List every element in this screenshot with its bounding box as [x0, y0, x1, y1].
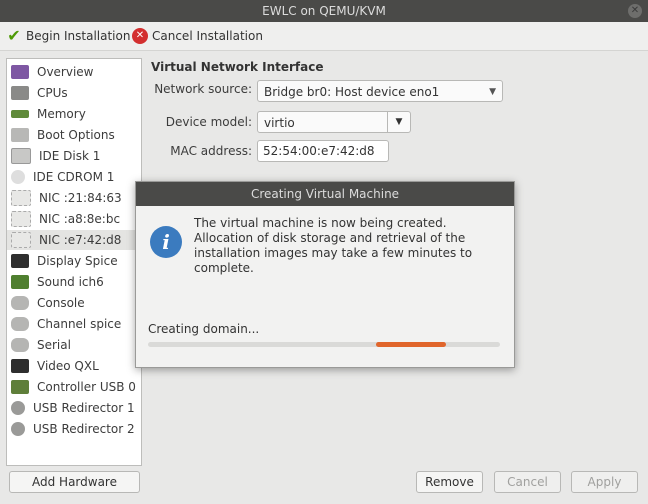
sidebar-item-label: Boot Options	[37, 128, 115, 142]
progress-bar-fill	[376, 342, 446, 347]
serial-icon	[11, 338, 29, 352]
nic-icon	[11, 190, 31, 206]
sidebar-item-overview[interactable]: Overview	[7, 62, 141, 82]
device-model-combo[interactable]: virtio ▼	[257, 111, 411, 133]
network-source-select[interactable]: Bridge br0: Host device eno1 ▼	[257, 80, 503, 102]
sidebar-item-usb-redirector-2[interactable]: USB Redirector 2	[7, 419, 141, 439]
console-icon	[11, 296, 29, 310]
sidebar-item-cpus[interactable]: CPUs	[7, 83, 141, 103]
sidebar-item-label: Video QXL	[37, 359, 99, 373]
sidebar-item-label: Display Spice	[37, 254, 118, 268]
begin-installation-label: Begin Installation	[26, 29, 131, 43]
boot-options-icon	[11, 128, 29, 142]
dialog-title: Creating Virtual Machine	[136, 182, 514, 206]
info-icon: i	[150, 226, 182, 258]
cancel-button[interactable]: Cancel	[494, 471, 561, 493]
cancel-icon: ✕	[132, 28, 148, 44]
sidebar-item-label: Console	[37, 296, 85, 310]
sidebar-item-label: Serial	[37, 338, 71, 352]
sidebar-item-label: Sound ich6	[37, 275, 104, 289]
sidebar-item-nic-a8-8e-bc[interactable]: NIC :a8:8e:bc	[7, 209, 141, 229]
mac-address-field[interactable]: 52:54:00:e7:42:d8	[257, 140, 389, 162]
sidebar-item-label: USB Redirector 1	[33, 401, 135, 415]
sidebar-item-nic-e7-42-d8[interactable]: NIC :e7:42:d8	[7, 230, 141, 250]
sidebar-item-label: Channel spice	[37, 317, 122, 331]
sidebar-item-label: NIC :e7:42:d8	[39, 233, 122, 247]
cdrom-icon	[11, 170, 25, 184]
device-model-label: Device model:	[165, 115, 252, 129]
add-hardware-button[interactable]: Add Hardware	[9, 471, 140, 493]
cancel-installation-label: Cancel Installation	[152, 29, 263, 43]
sidebar-item-label: Overview	[37, 65, 94, 79]
progress-bar	[148, 342, 500, 347]
network-source-label: Network source:	[154, 82, 252, 96]
cpu-icon	[11, 86, 29, 100]
disk-icon	[11, 148, 31, 164]
apply-button[interactable]: Apply	[571, 471, 638, 493]
sidebar-item-console[interactable]: Console	[7, 293, 141, 313]
sidebar-item-sound-ich6[interactable]: Sound ich6	[7, 272, 141, 292]
usb-icon	[11, 401, 25, 415]
sidebar-item-usb-redirector-1[interactable]: USB Redirector 1	[7, 398, 141, 418]
sidebar-item-label: Controller USB 0	[37, 380, 136, 394]
device-model-value: virtio	[264, 116, 295, 130]
sidebar-item-label: NIC :a8:8e:bc	[39, 212, 121, 226]
overview-icon	[11, 65, 29, 79]
usb-icon	[11, 422, 25, 436]
window-close-button[interactable]: ✕	[628, 4, 642, 18]
chevron-down-icon[interactable]: ▼	[387, 112, 410, 132]
sidebar-item-label: Memory	[37, 107, 86, 121]
sidebar-item-video-qxl[interactable]: Video QXL	[7, 356, 141, 376]
sidebar-item-ide-disk-1[interactable]: IDE Disk 1	[7, 146, 141, 166]
sidebar-item-controller-usb-0[interactable]: Controller USB 0	[7, 377, 141, 397]
nic-icon	[11, 232, 31, 248]
sidebar-item-serial[interactable]: Serial	[7, 335, 141, 355]
checkmark-icon: ✔	[7, 26, 21, 45]
window-title: EWLC on QEMU/KVM	[262, 4, 386, 18]
sidebar-item-memory[interactable]: Memory	[7, 104, 141, 124]
mac-address-label: MAC address:	[170, 144, 252, 158]
sidebar-item-label: USB Redirector 2	[33, 422, 135, 436]
network-source-value: Bridge br0: Host device eno1	[264, 85, 440, 99]
sound-icon	[11, 275, 29, 289]
sidebar-item-label: CPUs	[37, 86, 68, 100]
dialog-status: Creating domain...	[148, 322, 260, 336]
sidebar-item-ide-cdrom-1[interactable]: IDE CDROM 1	[7, 167, 141, 187]
controller-icon	[11, 380, 29, 394]
nic-icon	[11, 211, 31, 227]
dialog-message: The virtual machine is now being created…	[194, 216, 473, 275]
memory-icon	[11, 110, 29, 118]
creating-vm-dialog: Creating Virtual Machine i The virtual m…	[135, 181, 515, 368]
remove-button[interactable]: Remove	[416, 471, 483, 493]
video-icon	[11, 359, 29, 373]
sidebar-item-label: NIC :21:84:63	[39, 191, 122, 205]
channel-icon	[11, 317, 29, 331]
sidebar-item-label: IDE CDROM 1	[33, 170, 115, 184]
toolbar: ✔ Begin Installation ✕ Cancel Installati…	[0, 22, 648, 51]
sidebar-item-label: IDE Disk 1	[39, 149, 101, 163]
window-titlebar: EWLC on QEMU/KVM ✕	[0, 0, 648, 22]
chevron-down-icon: ▼	[489, 87, 496, 97]
begin-installation-button[interactable]: ✔ Begin Installation	[6, 26, 130, 46]
sidebar-item-display-spice[interactable]: Display Spice	[7, 251, 141, 271]
sidebar-item-channel-spice[interactable]: Channel spice	[7, 314, 141, 334]
cancel-installation-button[interactable]: ✕ Cancel Installation	[132, 26, 263, 46]
section-title: Virtual Network Interface	[151, 60, 324, 74]
display-icon	[11, 254, 29, 268]
sidebar-item-boot-options[interactable]: Boot Options	[7, 125, 141, 145]
sidebar-item-nic-21-84-63[interactable]: NIC :21:84:63	[7, 188, 141, 208]
